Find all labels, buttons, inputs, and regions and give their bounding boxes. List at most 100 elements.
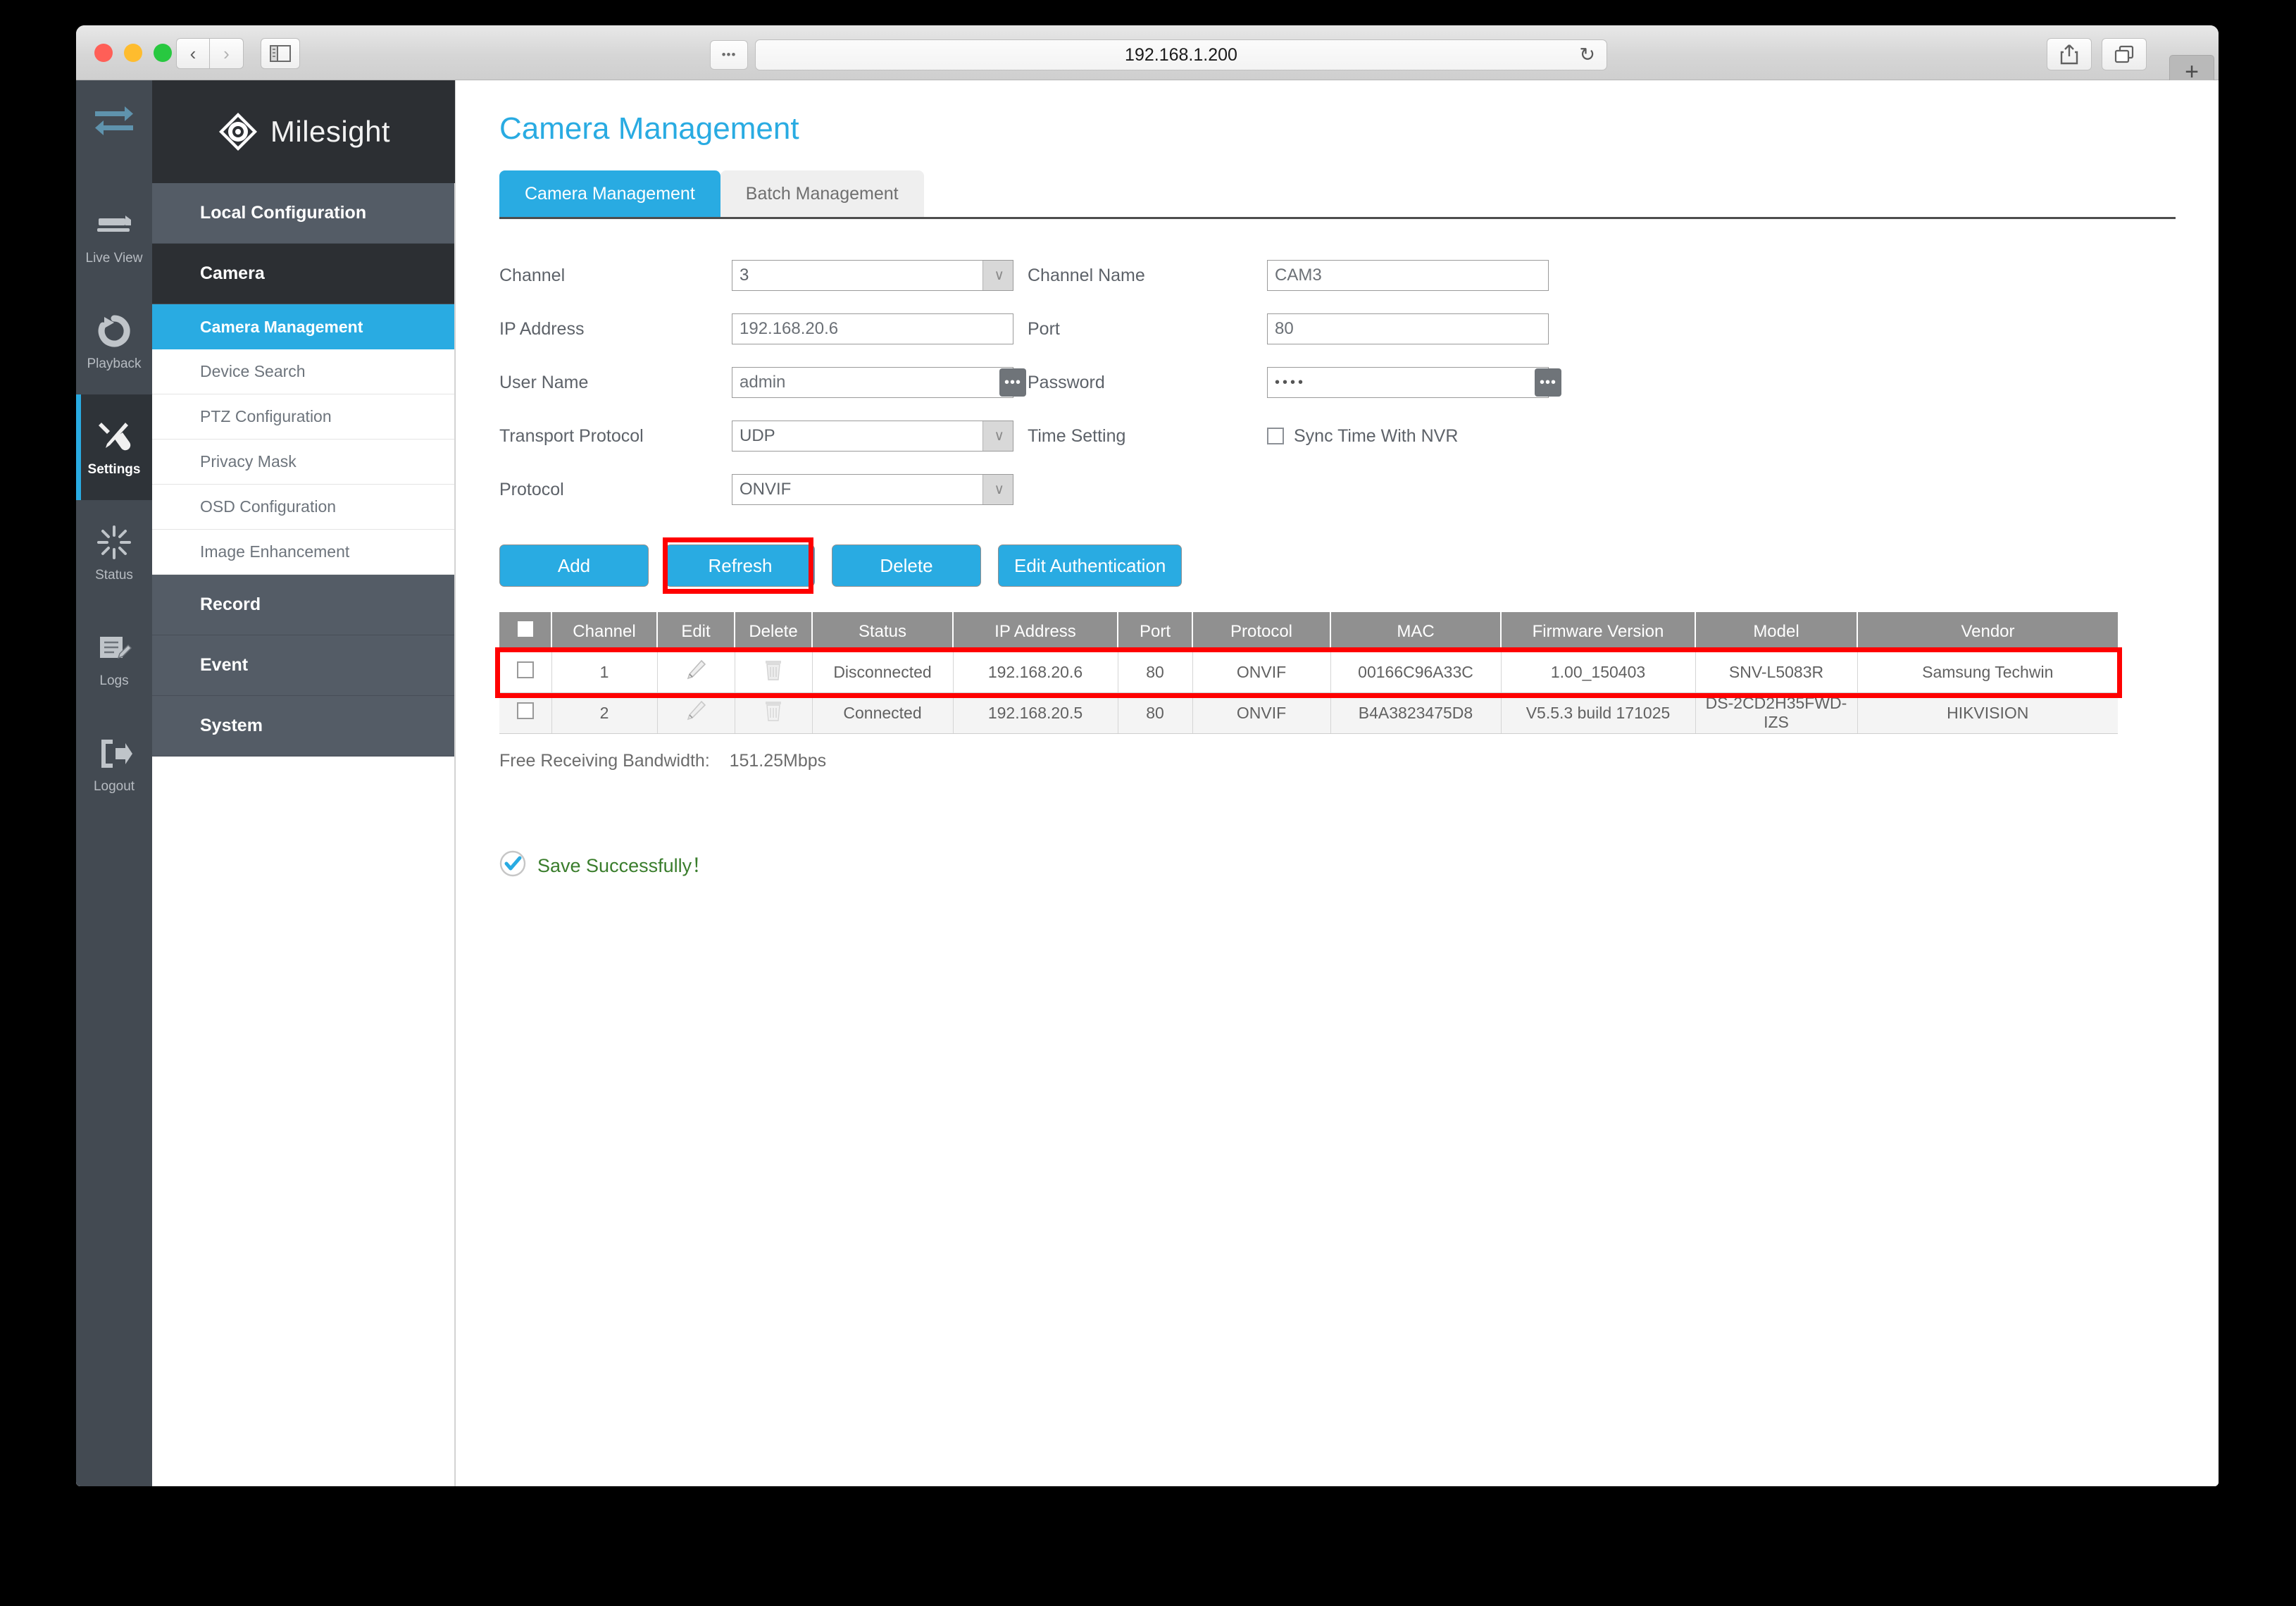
row-vendor: HIKVISION [1857, 692, 2118, 734]
row-select-cell[interactable] [499, 692, 552, 734]
tab-camera-management[interactable]: Camera Management [499, 170, 720, 217]
sidebar-item-label: Logs [99, 673, 129, 688]
menu-item-local-configuration[interactable]: Local Configuration [152, 183, 454, 244]
forward-button[interactable]: › [210, 38, 244, 69]
channel-value: 3 [740, 266, 749, 285]
col-ip-address: IP Address [953, 612, 1118, 652]
transport-protocol-select[interactable]: UDP ∨ [732, 421, 1013, 452]
show-tabs-button[interactable] [2102, 38, 2147, 70]
channel-name-value: CAM3 [1275, 266, 1322, 285]
row-port: 80 [1118, 692, 1193, 734]
sidebar-item-logout[interactable]: Logout [76, 711, 152, 817]
menu-item-label: OSD Configuration [200, 497, 337, 516]
sidebar-item-status[interactable]: Status [76, 500, 152, 606]
row-edit-cell[interactable] [657, 692, 735, 734]
password-keypad-button[interactable]: ••• [1535, 368, 1561, 397]
refresh-button[interactable]: Refresh [666, 544, 815, 587]
row-delete-cell[interactable] [735, 692, 813, 734]
row-checkbox[interactable] [516, 702, 534, 719]
channel-name-input[interactable]: CAM3 [1267, 260, 1549, 291]
menu-item-ptz-configuration[interactable]: PTZ Configuration [152, 394, 454, 440]
menu-filler [152, 757, 454, 1486]
row-delete-cell[interactable] [735, 652, 813, 693]
browser-titlebar: ‹ › ••• 192.168.1.200 ↻ + [76, 25, 2219, 87]
user-name-keypad-button[interactable]: ••• [999, 368, 1026, 397]
camera-form: Channel 3 ∨ Channel Name CAM3 IP Address [499, 260, 2219, 505]
reader-icon: ••• [721, 48, 737, 61]
user-name-label: User Name [499, 372, 589, 392]
pencil-icon[interactable] [684, 658, 708, 682]
free-bandwidth-label: Free Receiving Bandwidth: [499, 750, 710, 771]
delete-button[interactable]: Delete [832, 544, 981, 587]
col-vendor: Vendor [1857, 612, 2118, 652]
port-input[interactable]: 80 [1267, 313, 1549, 344]
table-row[interactable]: 1 Disconnected 192.168.20.6 80 ONVIF 001… [499, 652, 2118, 693]
row-select-cell[interactable] [499, 652, 552, 693]
sidebar-item-settings[interactable]: Settings [76, 394, 152, 500]
protocol-label: Protocol [499, 479, 564, 499]
row-status: Connected [812, 692, 954, 734]
edit-authentication-button[interactable]: Edit Authentication [998, 544, 1183, 587]
col-select-all[interactable] [499, 612, 552, 652]
reload-icon[interactable]: ↻ [1579, 45, 1595, 65]
address-bar[interactable]: 192.168.1.200 ↻ [755, 39, 1607, 70]
row-edit-cell[interactable] [657, 652, 735, 693]
milesight-logo-icon [218, 113, 257, 151]
share-button[interactable] [2047, 38, 2092, 70]
ip-address-input[interactable]: 192.168.20.6 [732, 313, 1013, 344]
menu-item-image-enhancement[interactable]: Image Enhancement [152, 530, 454, 575]
protocol-wrap: ONVIF ∨ [732, 474, 1028, 505]
save-status-text: Save Successfully！ [537, 854, 711, 876]
select-all-checkbox[interactable] [517, 621, 533, 637]
tab-batch-management[interactable]: Batch Management [720, 170, 924, 217]
browser-window: ‹ › ••• 192.168.1.200 ↻ + Live View Play… [76, 25, 2219, 1486]
menu-item-label: Image Enhancement [200, 542, 350, 561]
save-status-message: Save Successfully！ [499, 850, 2219, 878]
row-checkbox[interactable] [516, 661, 534, 678]
pencil-icon[interactable] [684, 699, 708, 723]
trash-icon[interactable] [763, 699, 784, 723]
menu-item-device-search[interactable]: Device Search [152, 349, 454, 394]
minimize-window-button[interactable] [124, 44, 142, 62]
sync-time-checkbox[interactable] [1267, 428, 1284, 444]
icon-rail: Live View Playback Settings Status Logs … [76, 80, 152, 1486]
menu-item-event[interactable]: Event [152, 635, 454, 696]
menu-item-label: System [200, 716, 263, 735]
table-row[interactable]: 2 Connected 192.168.20.5 80 ONVIF B4A382… [499, 692, 2118, 734]
nvr-app: Live View Playback Settings Status Logs … [76, 80, 2219, 1486]
share-icon [2060, 44, 2078, 65]
sidebar-toggle-button[interactable] [261, 38, 300, 69]
live-view-icon [97, 216, 131, 232]
menu-item-camera-management[interactable]: Camera Management [152, 304, 454, 349]
channel-select[interactable]: 3 ∨ [732, 260, 1013, 291]
row-model: SNV-L5083R [1695, 652, 1858, 693]
row-protocol: ONVIF [1192, 692, 1331, 734]
transport-protocol-label: Transport Protocol [499, 425, 644, 446]
back-button[interactable]: ‹ [176, 38, 210, 69]
add-button[interactable]: Add [499, 544, 649, 587]
row-mac: B4A3823475D8 [1330, 692, 1502, 734]
maximize-window-button[interactable] [154, 44, 172, 62]
playback-icon [98, 315, 130, 347]
menu-item-record[interactable]: Record [152, 575, 454, 635]
trash-icon[interactable] [763, 658, 784, 682]
address-bar-area: ••• 192.168.1.200 ↻ [710, 39, 1607, 70]
menu-item-camera[interactable]: Camera [152, 244, 454, 304]
menu-item-label: PTZ Configuration [200, 407, 332, 425]
sidebar-item-live-view[interactable]: Live View [76, 183, 152, 289]
reader-view-button[interactable]: ••• [710, 40, 748, 70]
camera-table-wrap: Channel Edit Delete Status IP Address Po… [495, 612, 2122, 734]
menu-item-osd-configuration[interactable]: OSD Configuration [152, 485, 454, 530]
brand-header: Milesight [152, 80, 455, 183]
sidebar-item-playback[interactable]: Playback [76, 289, 152, 394]
camera-table-body: 1 Disconnected 192.168.20.6 80 ONVIF 001… [499, 652, 2118, 734]
menu-item-privacy-mask[interactable]: Privacy Mask [152, 440, 454, 485]
password-input[interactable]: •••• ••• [1267, 367, 1561, 398]
sidebar-item-logs[interactable]: Logs [76, 606, 152, 711]
menu-item-system[interactable]: System [152, 696, 454, 757]
close-window-button[interactable] [94, 44, 113, 62]
protocol-select[interactable]: ONVIF ∨ [732, 474, 1013, 505]
sync-time-row[interactable]: Sync Time With NVR [1267, 426, 1563, 447]
channel-name-wrap: CAM3 [1267, 260, 1563, 291]
user-name-input[interactable]: admin ••• [732, 367, 1026, 398]
